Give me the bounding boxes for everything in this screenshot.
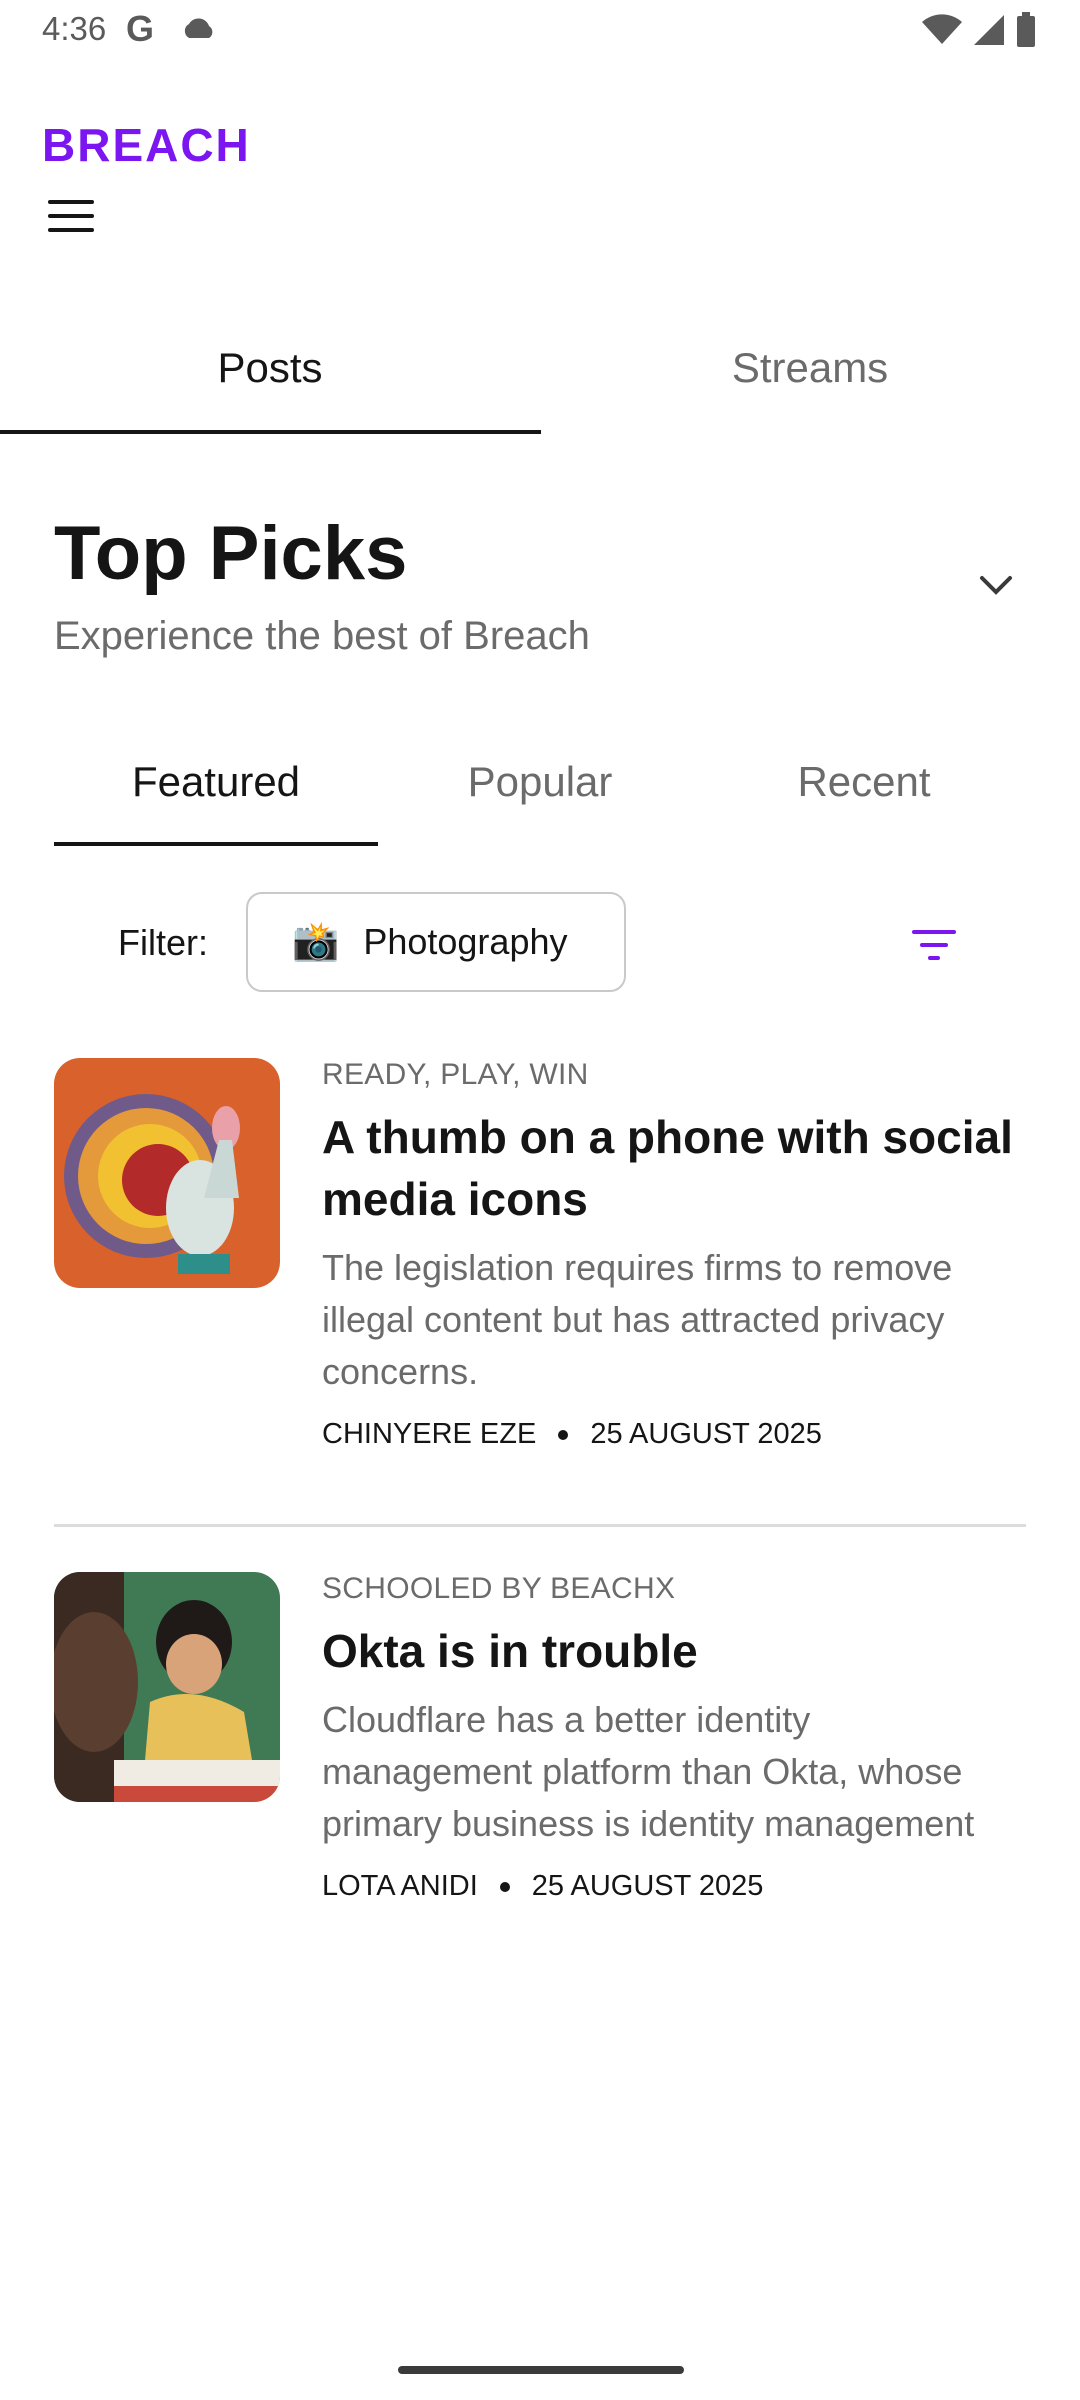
status-bar: 4:36 G: [0, 0, 1080, 62]
article-author[interactable]: CHINYERE EZE: [322, 1418, 536, 1451]
students-writing-photo: [54, 1572, 280, 1802]
filter-label: Filter:: [118, 922, 208, 963]
signal-icon: [974, 15, 1004, 45]
article-meta: LOTA ANIDI 25 AUGUST 2025: [322, 1870, 1026, 1903]
app-screen: 4:36 G BREACH Posts Streams Top Picks Ex: [0, 0, 1080, 2400]
article-card[interactable]: SCHOOLED BY BEACHX Okta is in trouble Cl…: [54, 1572, 1026, 1952]
tab-streams[interactable]: Streams: [540, 330, 1080, 434]
paper-turkey-photo: [54, 1058, 280, 1288]
article-thumbnail[interactable]: [54, 1058, 280, 1288]
filter-chip-label: Photography: [363, 921, 568, 962]
section-subtitle: Experience the best of Breach: [54, 614, 590, 658]
article-date: 25 AUGUST 2025: [590, 1418, 822, 1450]
article-title[interactable]: Okta is in trouble: [322, 1620, 1026, 1682]
article-meta: CHINYERE EZE 25 AUGUST 2025: [322, 1418, 1026, 1451]
article-date: 25 AUGUST 2025: [531, 1870, 764, 1902]
home-gesture-bar[interactable]: [398, 2366, 684, 2374]
status-time: 4:36: [42, 10, 107, 47]
sub-tabs: Featured Popular Recent: [54, 740, 1026, 846]
tab-recent[interactable]: Recent: [702, 740, 1026, 806]
separator-dot: [499, 1881, 510, 1892]
google-icon: G: [126, 8, 155, 49]
section-title: Top Picks: [54, 511, 408, 596]
main-tabs: Posts Streams: [0, 330, 1080, 434]
tab-featured[interactable]: Featured: [54, 740, 378, 806]
article-excerpt: The legislation requires firms to remove…: [322, 1247, 953, 1392]
battery-icon: [1017, 12, 1035, 47]
article-excerpt: Cloudflare has a better identity managem…: [322, 1699, 975, 1844]
chevron-down-icon[interactable]: [976, 572, 1016, 600]
wifi-icon: [922, 14, 962, 44]
article-card[interactable]: READY, PLAY, WIN A thumb on a phone with…: [54, 1058, 1026, 1498]
brand-logo[interactable]: BREACH: [42, 118, 251, 172]
filter-icon[interactable]: [910, 928, 958, 962]
hamburger-menu-icon[interactable]: [48, 200, 94, 234]
camera-icon: 📸: [292, 921, 340, 963]
tab-popular[interactable]: Popular: [378, 740, 702, 806]
active-tab-indicator: [0, 430, 541, 434]
article-divider: [54, 1524, 1026, 1527]
filter-chip-photography[interactable]: 📸 Photography: [246, 892, 626, 992]
article-thumbnail[interactable]: [54, 1572, 280, 1802]
article-content: SCHOOLED BY BEACHX Okta is in trouble Cl…: [322, 1572, 1026, 1903]
separator-dot: [558, 1429, 569, 1440]
article-content: READY, PLAY, WIN A thumb on a phone with…: [322, 1058, 1026, 1451]
article-author[interactable]: LOTA ANIDI: [322, 1870, 478, 1903]
article-category[interactable]: SCHOOLED BY BEACHX: [322, 1572, 1026, 1606]
status-icons: [922, 12, 1036, 48]
article-title[interactable]: A thumb on a phone with social media ico…: [322, 1106, 1026, 1230]
article-category[interactable]: READY, PLAY, WIN: [322, 1058, 1026, 1092]
cloud-icon: [184, 18, 213, 38]
active-subtab-indicator: [54, 842, 378, 846]
tab-posts[interactable]: Posts: [0, 330, 540, 434]
